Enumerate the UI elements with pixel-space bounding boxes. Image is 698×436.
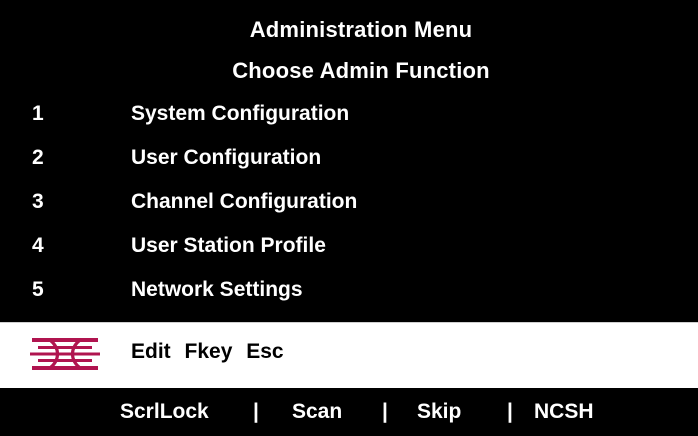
menu-item-user-station-profile[interactable]: 4 User Station Profile bbox=[0, 228, 698, 264]
menu-item-label: User Station Profile bbox=[131, 234, 326, 257]
menu-item-number: 3 bbox=[32, 190, 44, 213]
skip-indicator[interactable]: Skip bbox=[417, 400, 461, 424]
scrllock-indicator[interactable]: ScrlLock bbox=[120, 400, 209, 424]
menu-item-system-configuration[interactable]: 1 System Configuration bbox=[0, 96, 698, 132]
menu-item-network-settings[interactable]: 5 Network Settings bbox=[0, 272, 698, 308]
menu-item-number: 2 bbox=[32, 146, 44, 169]
esc-key[interactable]: Esc bbox=[246, 340, 283, 363]
menu-item-number: 4 bbox=[32, 234, 44, 257]
menu-item-number: 5 bbox=[32, 278, 44, 301]
menu-item-label: User Configuration bbox=[131, 146, 322, 169]
menu-item-user-configuration[interactable]: 2 User Configuration bbox=[0, 140, 698, 176]
edit-keys: Edit Fkey Esc bbox=[131, 340, 292, 364]
edit-key[interactable]: Edit bbox=[131, 340, 171, 363]
menu-item-label: Network Settings bbox=[131, 278, 303, 301]
menu-panel: Administration Menu Choose Admin Functio… bbox=[0, 0, 698, 322]
status-bar: ScrlLock | Scan | Skip | NCSH bbox=[0, 388, 698, 436]
status-separator: | bbox=[253, 400, 259, 423]
status-separator: | bbox=[382, 400, 388, 423]
menu-item-label: System Configuration bbox=[131, 102, 350, 125]
menu-item-channel-configuration[interactable]: 3 Channel Configuration bbox=[0, 184, 698, 220]
admin-menu-screen: Administration Menu Choose Admin Functio… bbox=[0, 0, 698, 436]
menu-item-number: 1 bbox=[32, 102, 44, 125]
fkey-key[interactable]: Fkey bbox=[185, 340, 233, 363]
menu-title: Administration Menu bbox=[249, 17, 473, 42]
edit-bar: Edit Fkey Esc bbox=[0, 322, 698, 388]
ncsh-indicator[interactable]: NCSH bbox=[534, 400, 594, 424]
brand-logo-icon bbox=[30, 338, 100, 370]
menu-subtitle: Choose Admin Function bbox=[232, 58, 490, 83]
scan-indicator[interactable]: Scan bbox=[292, 400, 342, 424]
status-separator: | bbox=[507, 400, 513, 423]
menu-item-label: Channel Configuration bbox=[131, 190, 358, 213]
